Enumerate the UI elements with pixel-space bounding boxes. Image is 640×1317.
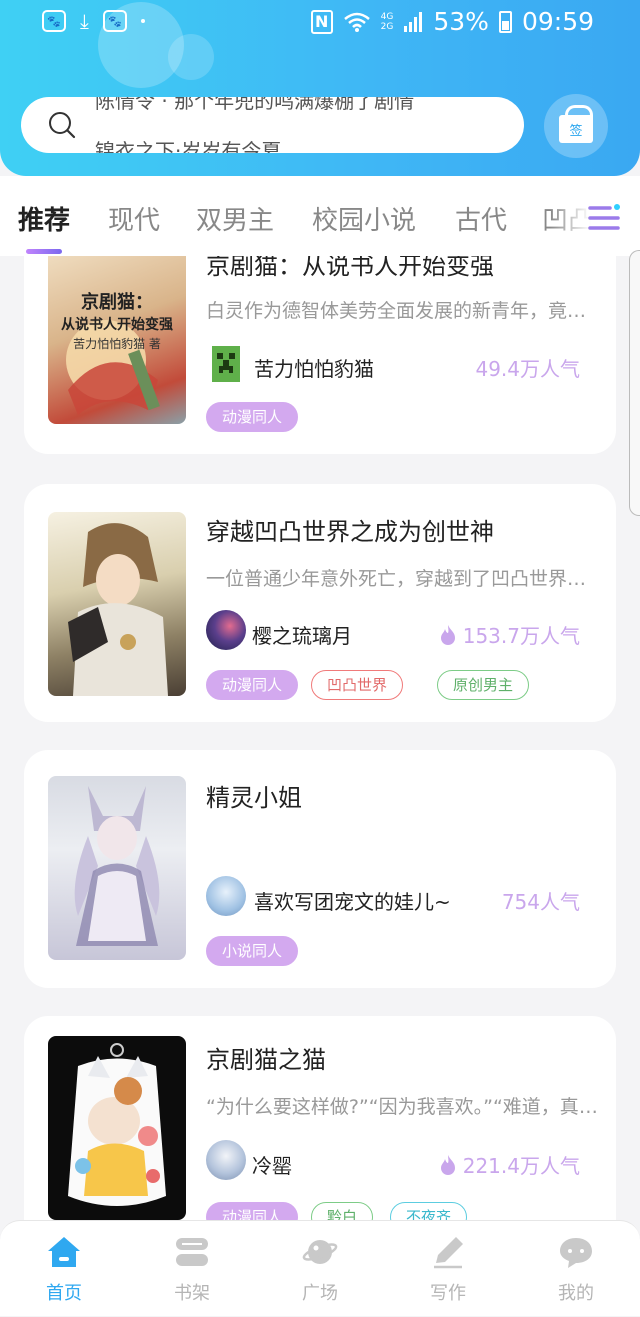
chat-bubble-icon bbox=[560, 1238, 592, 1268]
genre-tag[interactable]: 动漫同人 bbox=[206, 1202, 299, 1220]
gift-icon: 签 bbox=[559, 105, 593, 143]
tab-modern[interactable]: 现代 bbox=[108, 200, 160, 237]
network-type: 4G 2G bbox=[381, 12, 394, 32]
tab-ancient[interactable]: 古代 bbox=[455, 200, 507, 237]
nav-square[interactable]: 广场 bbox=[256, 1221, 384, 1317]
genre-tag[interactable]: 小说同人 bbox=[206, 936, 299, 966]
cover-art bbox=[68, 523, 168, 696]
popularity-count: 754人气 bbox=[502, 886, 580, 915]
genre-tag[interactable]: 动漫同人 bbox=[206, 670, 299, 700]
cover-text: 从说书人开始变强 bbox=[61, 317, 173, 333]
tab-active-indicator bbox=[26, 249, 62, 254]
tab-recommended[interactable]: 推荐 bbox=[18, 200, 70, 237]
genre-tag[interactable]: 不夜齐 bbox=[390, 1202, 468, 1220]
tab-campus[interactable]: 校园小说 bbox=[312, 200, 416, 237]
author-avatar bbox=[206, 876, 246, 916]
edge-panel-handle[interactable] bbox=[629, 250, 640, 516]
bottom-nav: 首页 书架 广场 写作 我的 bbox=[0, 1220, 640, 1316]
book-title: 京剧猫：从说书人开始变强 bbox=[206, 256, 494, 280]
search-bar[interactable]: 陈情令 · 那个年兜的鸣满爆棚了剧情 锦衣之下·岁岁有今夏 bbox=[21, 97, 524, 153]
flame-icon bbox=[440, 624, 455, 645]
category-tabs: 推荐 现代 双男主 校园小说 古代 凹凸 bbox=[0, 176, 640, 256]
status-bar: 🐾 ⤓ 🐾 N 4G 2G 53% 09:59 bbox=[0, 0, 640, 44]
creeper-avatar-icon bbox=[212, 346, 240, 382]
author-avatar bbox=[206, 1140, 246, 1180]
nav-label: 首页 bbox=[46, 1283, 82, 1304]
genre-tag[interactable]: 动漫同人 bbox=[206, 402, 299, 432]
pen-icon bbox=[434, 1237, 463, 1269]
cover-art bbox=[68, 1043, 166, 1206]
cover-art bbox=[74, 786, 160, 946]
daily-signin-button[interactable]: 签 bbox=[544, 94, 608, 158]
nav-mine[interactable]: 我的 bbox=[512, 1221, 640, 1317]
genre-tag[interactable]: 凹凸世界 bbox=[311, 670, 404, 700]
nfc-icon: N bbox=[310, 9, 333, 34]
header: 🐾 ⤓ 🐾 N 4G 2G 53% 09:59 陈情令 · 那个年兜的鸣满爆棚了… bbox=[0, 0, 640, 176]
clock: 09:59 bbox=[521, 7, 594, 36]
flame-icon bbox=[440, 1154, 455, 1175]
nav-bookshelf[interactable]: 书架 bbox=[128, 1221, 256, 1317]
book-card[interactable]: 精灵小姐 喜欢写团宠文的娃儿~ 754人气 小说同人 bbox=[24, 750, 616, 988]
book-cover bbox=[48, 776, 186, 960]
book-description: “为什么要这样做?”“因为我喜欢。”“难道，真的只是因为喜欢吗 bbox=[206, 1096, 598, 1118]
category-menu-icon[interactable] bbox=[588, 202, 622, 234]
nav-label: 写作 bbox=[430, 1283, 466, 1304]
book-cover bbox=[48, 1036, 186, 1220]
notification-dot-icon bbox=[140, 19, 145, 23]
book-cover bbox=[48, 512, 186, 696]
paw-notification-icon: 🐾 bbox=[42, 10, 66, 32]
search-hint-line: 陈情令 · 那个年兜的鸣满爆棚了剧情 bbox=[95, 97, 415, 113]
book-cover: 京剧猫： 从说书人开始变强 苦力怕怕豹猫 著 bbox=[48, 256, 186, 424]
home-icon bbox=[48, 1237, 80, 1267]
bookshelf-icon bbox=[176, 1238, 208, 1266]
book-title: 京剧猫之猫 bbox=[206, 1046, 326, 1074]
signin-label: 签 bbox=[569, 123, 583, 139]
cover-text: 京剧猫： bbox=[81, 292, 153, 313]
author-avatar bbox=[206, 610, 246, 650]
author-name[interactable]: 樱之琉璃月 bbox=[252, 620, 352, 649]
search-hint-marquee: 陈情令 · 那个年兜的鸣满爆棚了剧情 锦衣之下·岁岁有今夏 bbox=[95, 97, 515, 153]
search-icon bbox=[49, 112, 76, 139]
nav-label: 书架 bbox=[174, 1283, 210, 1304]
book-card[interactable]: 穿越凹凸世界之成为创世神 一位普通少年意外死亡，穿越到了凹凸世界，成为了创世神 … bbox=[24, 484, 616, 722]
battery-percent: 53% bbox=[433, 7, 489, 36]
wifi-icon bbox=[343, 12, 370, 32]
popularity-label: 754人气 bbox=[501, 890, 580, 914]
book-title: 穿越凹凸世界之成为创世神 bbox=[206, 518, 494, 546]
author-name[interactable]: 冷罂 bbox=[252, 1150, 292, 1179]
nav-label: 广场 bbox=[302, 1283, 338, 1304]
author-avatar bbox=[206, 344, 246, 384]
genre-tag[interactable]: 原创男主 bbox=[437, 670, 530, 700]
book-description: 白灵作为德智体美劳全面发展的新青年，竟然穿越到了京剧猫的世界 bbox=[206, 300, 598, 322]
popularity-label: 49.4万人气 bbox=[475, 357, 580, 381]
signal-icon bbox=[404, 11, 423, 32]
popularity-label: 153.7万人气 bbox=[462, 624, 580, 648]
book-card[interactable]: 京剧猫之猫 “为什么要这样做?”“因为我喜欢。”“难道，真的只是因为喜欢吗 冷罂… bbox=[24, 1016, 616, 1220]
battery-icon bbox=[498, 10, 512, 33]
popularity-count: 49.4万人气 bbox=[475, 353, 580, 382]
popularity-label: 221.4万人气 bbox=[462, 1154, 580, 1178]
nav-home[interactable]: 首页 bbox=[0, 1221, 128, 1317]
genre-tag[interactable]: 黔白 bbox=[311, 1202, 374, 1220]
book-card[interactable]: 京剧猫： 从说书人开始变强 苦力怕怕豹猫 著 京剧猫：从说书人开始变强 白灵作为… bbox=[24, 256, 616, 454]
book-description: 一位普通少年意外死亡，穿越到了凹凸世界，成为了创世神 bbox=[206, 568, 598, 590]
book-title: 精灵小姐 bbox=[206, 784, 302, 812]
network-type-top: 4G bbox=[380, 11, 394, 22]
popularity-count: 221.4万人气 bbox=[439, 1150, 580, 1179]
tab-double-male[interactable]: 双男主 bbox=[196, 200, 274, 237]
download-icon: ⤓ bbox=[80, 9, 89, 33]
nav-write[interactable]: 写作 bbox=[384, 1221, 512, 1317]
book-list: 京剧猫： 从说书人开始变强 苦力怕怕豹猫 著 京剧猫：从说书人开始变强 白灵作为… bbox=[0, 256, 640, 1220]
popularity-count: 153.7万人气 bbox=[439, 620, 580, 649]
author-name[interactable]: 苦力怕怕豹猫 bbox=[254, 353, 374, 382]
author-name[interactable]: 喜欢写团宠文的娃儿~ bbox=[254, 886, 451, 915]
network-type-bottom: 2G bbox=[380, 21, 394, 32]
planet-icon bbox=[302, 1240, 338, 1264]
search-hint-line: 锦衣之下·岁岁有今夏 bbox=[95, 139, 282, 153]
cover-text: 苦力怕怕豹猫 著 bbox=[73, 337, 161, 351]
nav-label: 我的 bbox=[558, 1283, 594, 1304]
paw-notification-icon: 🐾 bbox=[102, 10, 127, 32]
